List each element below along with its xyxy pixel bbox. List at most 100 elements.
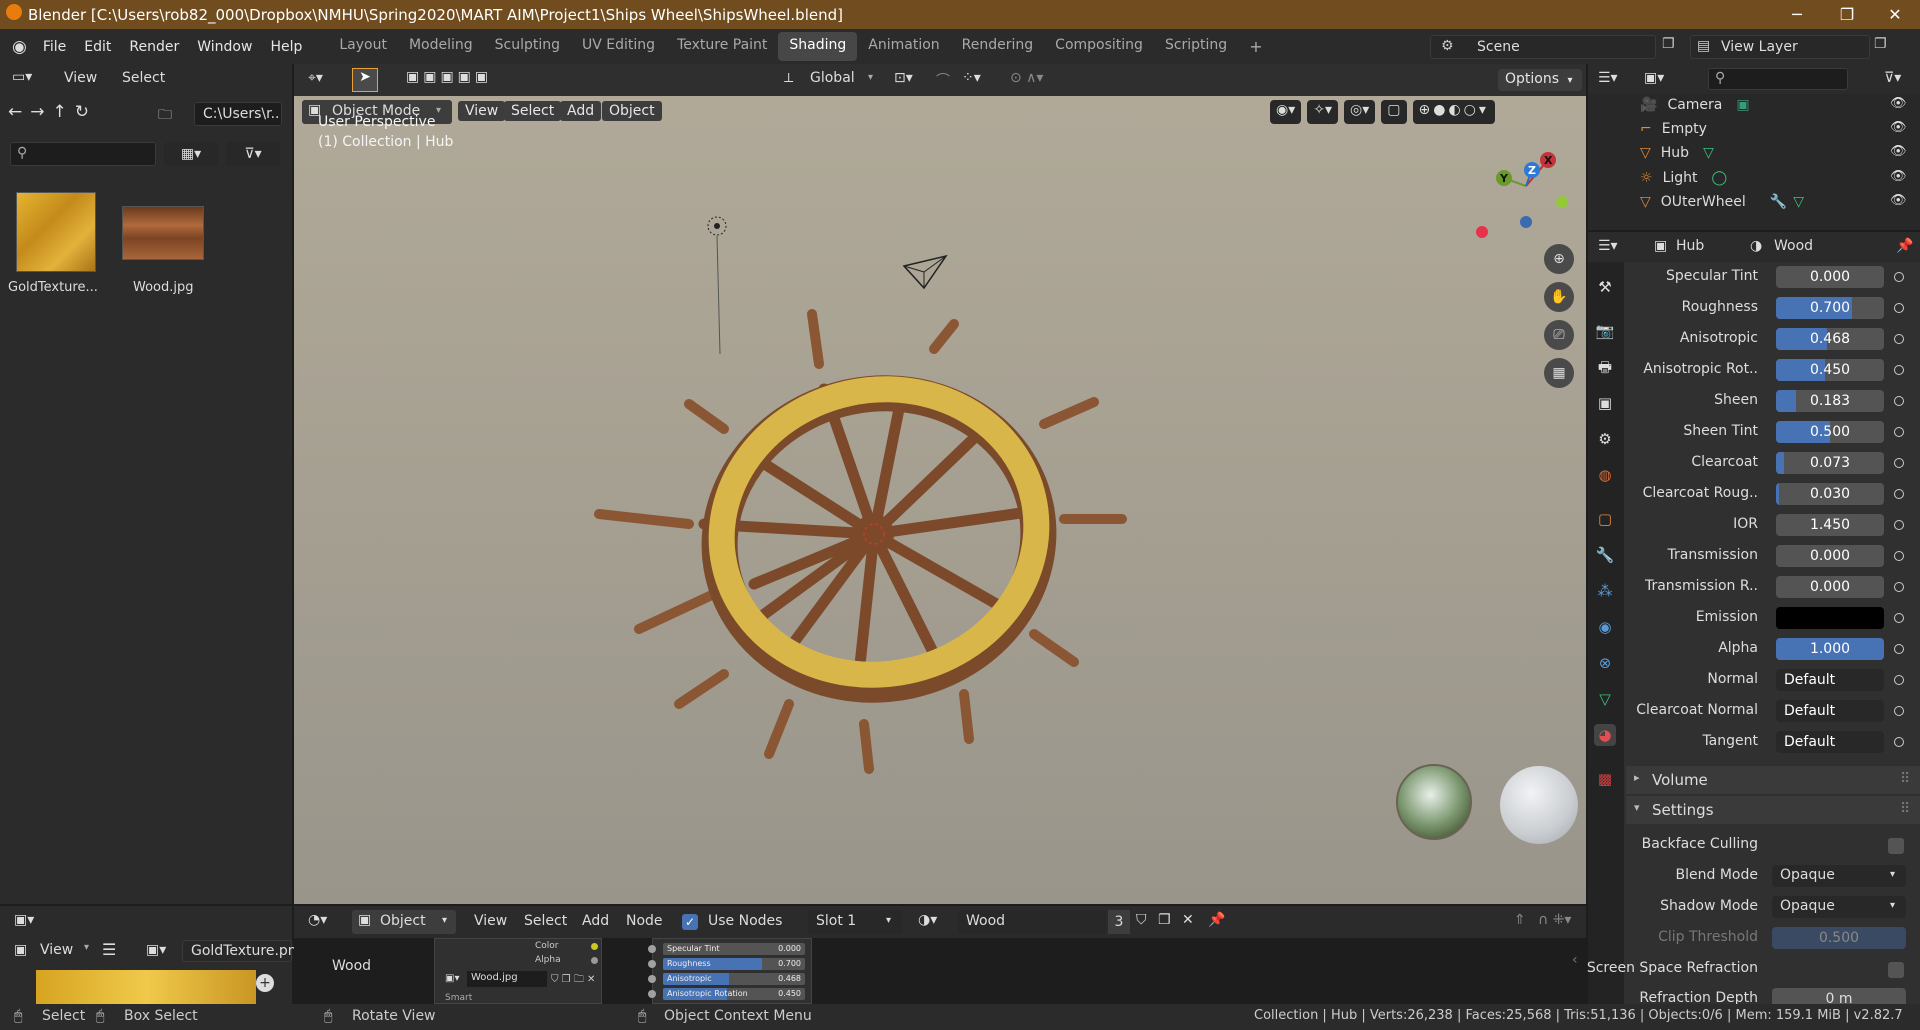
- eye-icon[interactable]: 👁: [1890, 144, 1907, 159]
- node-editor-type-icon[interactable]: ◔▾: [308, 912, 327, 928]
- texture-tab-icon[interactable]: ▩: [1594, 768, 1616, 790]
- camera-view-icon[interactable]: ⎚: [1544, 320, 1574, 350]
- socket-link-icon[interactable]: [1894, 520, 1904, 530]
- properties-type-icon[interactable]: ☰▾: [1598, 238, 1618, 254]
- editor-type-icon[interactable]: ▭▾: [12, 69, 32, 85]
- overlay-toggle-icon[interactable]: ◎▾: [1344, 100, 1376, 124]
- visibility-icon[interactable]: ◉▾: [1270, 100, 1302, 124]
- color-socket[interactable]: [591, 943, 598, 950]
- refresh-icon[interactable]: ↻: [75, 102, 89, 126]
- prop-value-field[interactable]: 1.450: [1776, 514, 1884, 536]
- material-name-field[interactable]: Wood: [958, 910, 1106, 934]
- file-wood[interactable]: Wood.jpg: [133, 280, 194, 295]
- ne-select-menu[interactable]: Select: [524, 913, 567, 929]
- socket-link-icon[interactable]: [1894, 272, 1904, 282]
- tab-layout[interactable]: Layout: [328, 32, 398, 61]
- snap-target-icon[interactable]: ⁘▾: [962, 70, 981, 86]
- bsdf-input-socket[interactable]: [648, 975, 656, 983]
- socket-link-icon[interactable]: [1894, 427, 1904, 437]
- new-scene-icon[interactable]: ❐: [1662, 36, 1675, 52]
- prop-value-field[interactable]: 0.000: [1776, 266, 1884, 288]
- prop-value-field[interactable]: Default: [1776, 731, 1884, 753]
- menu-render[interactable]: Render: [129, 39, 179, 55]
- new-folder-icon[interactable]: 🗀: [158, 104, 172, 128]
- select-tool-icon[interactable]: ➤: [352, 68, 378, 92]
- image-editor-type-icon[interactable]: ▣▾: [14, 912, 34, 928]
- prop-value-field[interactable]: 0.468: [1776, 328, 1884, 350]
- bsdf-input-socket[interactable]: [648, 960, 656, 968]
- display-mode-icon[interactable]: ▦▾: [164, 142, 218, 166]
- outliner-filter-icon[interactable]: ⊽▾: [1884, 70, 1901, 86]
- scene-selector[interactable]: ⚙ Scene: [1430, 35, 1656, 59]
- prop-value-field[interactable]: 1.000: [1776, 638, 1884, 660]
- outliner-item-outerwheel[interactable]: ▽ OUterWheel 🔧 ▽: [1640, 191, 1804, 213]
- xray-icon[interactable]: ▢: [1381, 100, 1407, 124]
- tab-scripting[interactable]: Scripting: [1154, 32, 1238, 61]
- menu-file[interactable]: File: [43, 39, 66, 55]
- forward-icon[interactable]: →: [30, 102, 44, 126]
- snap-icon[interactable]: ⌒: [936, 70, 950, 90]
- menu-help[interactable]: Help: [270, 39, 302, 55]
- socket-link-icon[interactable]: [1894, 644, 1904, 654]
- prop-value-field[interactable]: 0.183: [1776, 390, 1884, 412]
- pin-icon[interactable]: 📌: [1896, 238, 1913, 254]
- physics-tab-icon[interactable]: ◉: [1594, 616, 1616, 638]
- drag-handle-icon[interactable]: ⠿: [1900, 771, 1910, 787]
- zoom-icon[interactable]: ⊕: [1544, 244, 1574, 274]
- view-layer-tab-icon[interactable]: ▣: [1594, 392, 1616, 414]
- vp-add-menu[interactable]: Add: [560, 101, 602, 121]
- shader-type-select[interactable]: ▣ Object ▾: [352, 910, 456, 934]
- socket-link-icon[interactable]: [1894, 396, 1904, 406]
- prop-value-field[interactable]: 0.000: [1776, 545, 1884, 567]
- material-users-count[interactable]: 3: [1108, 910, 1130, 934]
- vp-object-menu[interactable]: Object: [602, 101, 662, 121]
- outliner-item-light[interactable]: ☼ Light ◯: [1640, 167, 1727, 189]
- menu-edit[interactable]: Edit: [84, 39, 111, 55]
- fb-path-field[interactable]: C:\Users\r..: [194, 102, 282, 126]
- prop-value-field[interactable]: Default: [1776, 669, 1884, 691]
- clip-threshold-slider[interactable]: 0.500: [1772, 927, 1906, 949]
- display-mode-icon[interactable]: ▣▾: [1644, 70, 1664, 86]
- prop-value-field[interactable]: 0.500: [1776, 421, 1884, 443]
- perspective-grid-icon[interactable]: ▦: [1544, 358, 1574, 388]
- prop-value-field[interactable]: 0.073: [1776, 452, 1884, 474]
- socket-link-icon[interactable]: [1894, 334, 1904, 344]
- fake-user-icon[interactable]: ⛉: [1136, 912, 1147, 928]
- hamburger-icon[interactable]: ☰: [102, 940, 116, 959]
- tool-tab-icon[interactable]: ⚒: [1594, 276, 1616, 298]
- outliner-type-icon[interactable]: ☰▾: [1598, 70, 1618, 86]
- outliner-item-hub[interactable]: ▽ Hub ▽: [1640, 142, 1714, 164]
- blend-mode-select[interactable]: Opaque ▾: [1772, 865, 1906, 887]
- gold-texture-thumbnail[interactable]: [16, 192, 96, 272]
- tab-rendering[interactable]: Rendering: [951, 32, 1045, 61]
- selection-mode-icons[interactable]: ▣▣▣▣▣: [406, 69, 492, 85]
- principled-bsdf-node[interactable]: Specular Tint 0.000 Roughness 0.700 Anisotro…: [648, 938, 812, 1004]
- sidebar-toggle-icon[interactable]: ‹: [1572, 952, 1578, 968]
- socket-link-icon[interactable]: [1894, 365, 1904, 375]
- pivot-icon[interactable]: ⊡▾: [894, 70, 913, 86]
- close-button[interactable]: ✕: [1870, 0, 1920, 29]
- transform-gizmo-icon[interactable]: ⌖▾: [308, 70, 323, 86]
- socket-link-icon[interactable]: [1894, 582, 1904, 592]
- tab-shading[interactable]: Shading: [778, 32, 858, 61]
- zoom-add-icon[interactable]: +: [256, 974, 274, 992]
- outliner-search-input[interactable]: ⚲: [1708, 68, 1848, 90]
- ne-node-menu[interactable]: Node: [626, 913, 663, 929]
- backface-culling-checkbox[interactable]: [1888, 838, 1904, 854]
- socket-link-icon[interactable]: [1894, 737, 1904, 747]
- prop-value-field[interactable]: Default: [1776, 700, 1884, 722]
- options-button[interactable]: Options ▾: [1498, 69, 1582, 91]
- world-tab-icon[interactable]: ◍: [1594, 464, 1616, 486]
- prop-value-field[interactable]: 0.000: [1776, 576, 1884, 598]
- tab-uv-editing[interactable]: UV Editing: [571, 32, 666, 61]
- tab-modeling[interactable]: Modeling: [398, 32, 484, 61]
- parent-dir-icon[interactable]: ↑: [53, 102, 67, 126]
- vp-view-menu[interactable]: View: [458, 101, 506, 121]
- 3d-viewport[interactable]: ⌖▾ ➤ ▣▣▣▣▣ ⟂ Global ▾ ⊡▾ ⌒ ⁘▾ ⊙ ∧▾ Optio…: [294, 64, 1586, 904]
- tab-animation[interactable]: Animation: [857, 32, 950, 61]
- tab-sculpting[interactable]: Sculpting: [484, 32, 571, 61]
- slot-select[interactable]: Slot 1 ▾: [808, 910, 902, 934]
- prop-value-field[interactable]: 0.450: [1776, 359, 1884, 381]
- ssr-checkbox[interactable]: [1888, 962, 1904, 978]
- socket-link-icon[interactable]: [1894, 458, 1904, 468]
